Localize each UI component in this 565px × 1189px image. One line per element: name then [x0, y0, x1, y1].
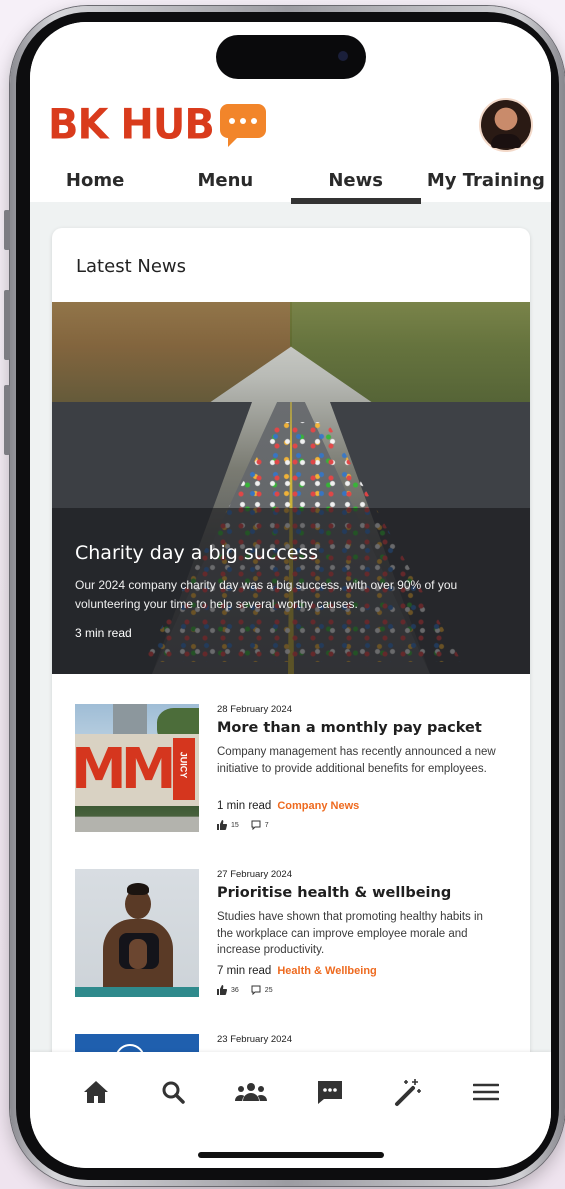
like-count: 36 [231, 986, 239, 994]
bottom-navigation [30, 1052, 551, 1168]
tab-home[interactable]: Home [30, 170, 160, 202]
tab-my-training[interactable]: My Training [421, 170, 551, 202]
tab-bar: Home Menu News My Training [30, 170, 551, 204]
article-summary: Company management has recently announce… [217, 746, 496, 775]
article-thumbnail[interactable] [75, 869, 199, 997]
menu-icon[interactable] [468, 1074, 504, 1110]
article-title[interactable]: More than a monthly pay packet [217, 720, 482, 736]
article-category[interactable]: Health & Wellbeing [277, 965, 376, 977]
article-date: 27 February 2024 [217, 869, 292, 880]
article-meta: 1 min read Company News [217, 800, 359, 812]
article-thumbnail[interactable]: MM JUICY [75, 704, 199, 832]
billboard-text: MM [75, 737, 176, 802]
list-item[interactable]: MM JUICY 28 February 2024 More than a mo… [75, 704, 515, 834]
comment-count: 25 [264, 986, 273, 994]
home-indicator[interactable] [198, 1152, 384, 1158]
screen: BK HUB Home Menu News My Training Latest… [30, 22, 551, 1168]
section-title: Latest News [76, 256, 186, 277]
article-meta: 7 min read Health & Wellbeing [217, 965, 377, 977]
people-icon[interactable] [233, 1074, 269, 1110]
list-item[interactable]: 27 February 2024 Prioritise health & wel… [75, 869, 515, 999]
article-stats: 15 7 [217, 820, 269, 830]
featured-read-time: 3 min read [75, 626, 132, 640]
article-date: 23 February 2024 [217, 1034, 292, 1045]
avatar[interactable] [479, 98, 533, 152]
comment-count: 7 [264, 821, 269, 829]
dynamic-island [216, 35, 366, 79]
search-icon[interactable] [155, 1074, 191, 1110]
home-icon[interactable] [78, 1074, 114, 1110]
article-stats: 36 25 [217, 985, 273, 995]
featured-title[interactable]: Charity day a big success [75, 542, 318, 564]
article-category[interactable]: Company News [277, 800, 359, 812]
like-count: 15 [231, 821, 239, 829]
app-logo[interactable]: BK HUB [48, 100, 266, 150]
featured-description: Our 2024 company charity day was a big s… [75, 578, 458, 611]
article-read-time: 7 min read [217, 965, 272, 977]
thumbs-up-icon[interactable] [217, 820, 227, 830]
news-card: Latest News Charity day a big success Ou… [52, 228, 530, 1108]
article-read-time: 1 min read [217, 800, 272, 812]
side-button [4, 385, 10, 455]
side-button [4, 210, 10, 250]
featured-article[interactable]: Charity day a big success Our 2024 compa… [52, 302, 530, 674]
side-button [4, 290, 10, 360]
chat-icon[interactable] [312, 1074, 348, 1110]
logo-text: BK HUB [48, 100, 215, 150]
main-content: Latest News Charity day a big success Ou… [30, 202, 551, 1108]
article-summary: Studies have shown that promoting health… [217, 911, 483, 956]
article-date: 28 February 2024 [217, 704, 292, 715]
billboard-side-text: JUICY [178, 751, 189, 779]
tab-menu[interactable]: Menu [160, 170, 290, 202]
thumbs-up-icon[interactable] [217, 985, 227, 995]
article-title[interactable]: Prioritise health & wellbeing [217, 885, 451, 901]
chat-bubble-icon [219, 104, 266, 147]
magic-wand-icon[interactable] [390, 1074, 426, 1110]
comment-icon[interactable] [251, 820, 261, 830]
comment-icon[interactable] [251, 985, 261, 995]
tab-news[interactable]: News [290, 170, 422, 204]
